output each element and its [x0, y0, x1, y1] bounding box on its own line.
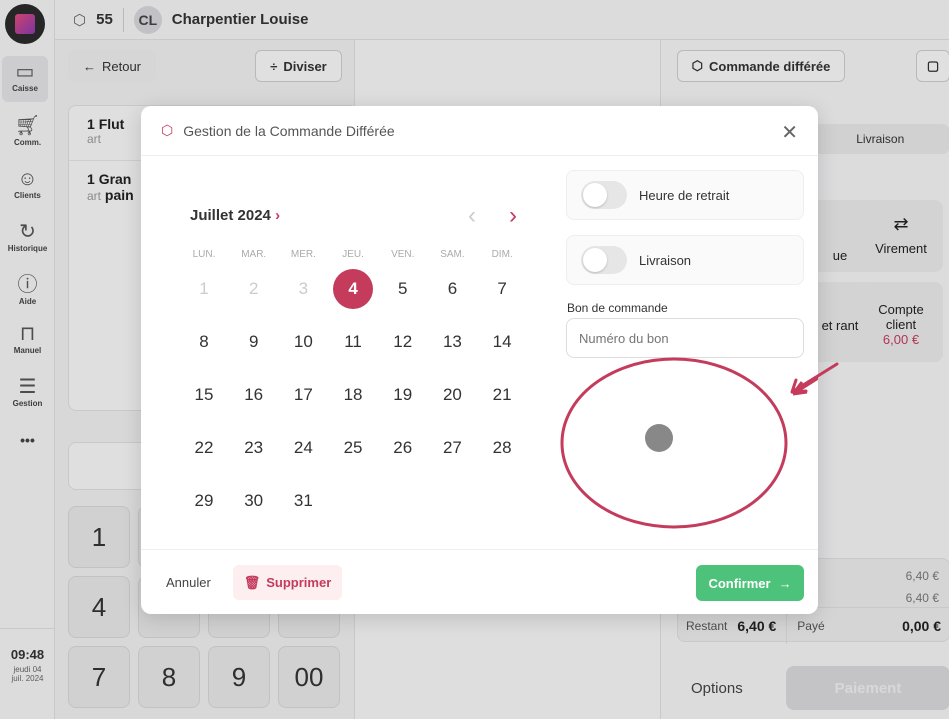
weekday-label: MER. — [290, 249, 316, 260]
close-icon[interactable]: ✕ — [781, 120, 798, 145]
po-label: Bon de commande — [567, 301, 668, 315]
box-icon: ⬡ — [161, 122, 174, 138]
confirm-button[interactable]: Confirmer → — [696, 565, 804, 601]
calendar-day[interactable]: 24 — [283, 428, 323, 468]
weekday-label: LUN. — [192, 249, 216, 260]
calendar-day: 1 — [199, 279, 209, 298]
calendar-day[interactable]: 15 — [184, 375, 224, 415]
delete-button[interactable]: 🗑︎ Supprimer — [233, 565, 342, 600]
calendar-day[interactable]: 13 — [432, 322, 472, 362]
calendar-day[interactable]: 7 — [482, 269, 522, 309]
cancel-button[interactable]: Annuler — [166, 575, 211, 590]
modal-title: Gestion de la Commande Différée — [183, 122, 395, 139]
annotation-arrow — [790, 362, 839, 394]
weekday-label: DIM. — [491, 249, 513, 260]
chevron-right-icon: › — [275, 207, 281, 224]
calendar-day[interactable]: 5 — [383, 269, 423, 309]
next-month-button[interactable]: › — [509, 202, 517, 230]
calendar-day[interactable]: 16 — [234, 375, 274, 415]
calendar-day[interactable]: 23 — [234, 428, 274, 468]
calendar-day[interactable]: 22 — [184, 428, 224, 468]
calendar-day[interactable]: 17 — [283, 375, 323, 415]
trash-icon: 🗑︎ — [243, 574, 261, 590]
calendar-day[interactable]: 14 — [482, 322, 522, 362]
calendar-day[interactable]: 20 — [432, 375, 472, 415]
arrow-right-icon: → — [778, 575, 792, 591]
prev-month-button[interactable]: ‹ — [468, 202, 476, 230]
calendar-day[interactable]: 19 — [383, 375, 423, 415]
calendar-day[interactable]: 26 — [383, 428, 423, 468]
pickup-time-toggle-row[interactable]: Heure de retrait — [566, 170, 804, 220]
weekday-header: LUN. MAR. MER. JEU. VEN. SAM. DIM. — [184, 249, 522, 260]
calendar-day: 2 — [248, 279, 259, 298]
weekday-label: JEU. — [342, 249, 364, 260]
calendar-day[interactable]: 6 — [432, 269, 472, 309]
delivery-toggle-row[interactable]: Livraison — [566, 235, 804, 285]
calendar-day[interactable]: 12 — [383, 322, 423, 362]
annotation-circle — [560, 357, 818, 529]
po-number-input[interactable] — [566, 318, 804, 358]
calendar-day[interactable]: 21 — [482, 375, 522, 415]
calendar-day[interactable]: 11 — [333, 322, 373, 362]
calendar-day[interactable]: 18 — [333, 375, 373, 415]
calendar-day[interactable]: 27 — [432, 428, 472, 468]
modal-footer: Annuler 🗑︎ Supprimer Confirmer → — [141, 549, 818, 614]
calendar-day[interactable]: 30 — [234, 481, 274, 521]
pickup-time-toggle[interactable] — [581, 181, 627, 209]
calendar-day[interactable]: 31 — [283, 481, 323, 521]
calendar-day[interactable]: 29 — [184, 481, 224, 521]
deferred-order-modal: ⬡ Gestion de la Commande Différée ✕ Juill… — [141, 106, 818, 614]
weekday-label: MAR. — [241, 249, 267, 260]
calendar-day[interactable]: 9 — [234, 322, 274, 362]
delivery-toggle[interactable] — [581, 246, 627, 274]
calendar-day[interactable]: 25 — [333, 428, 373, 468]
calendar-day[interactable]: 8 — [184, 322, 224, 362]
calendar-day[interactable]: 28 — [482, 428, 522, 468]
calendar-day[interactable]: 4 — [333, 269, 374, 309]
calendar-day: 3 — [298, 279, 309, 298]
weekday-label: VEN. — [391, 249, 415, 260]
weekday-label: SAM. — [440, 249, 465, 260]
month-label[interactable]: Juillet 2024 › — [190, 207, 280, 224]
calendar-grid: 1 2 3 4 5 6 7 8 9 10 11 12 13 14 15 16 17 18 19 20 21 22 23 24 2… — [184, 269, 522, 521]
calendar-day[interactable]: 10 — [283, 322, 323, 362]
